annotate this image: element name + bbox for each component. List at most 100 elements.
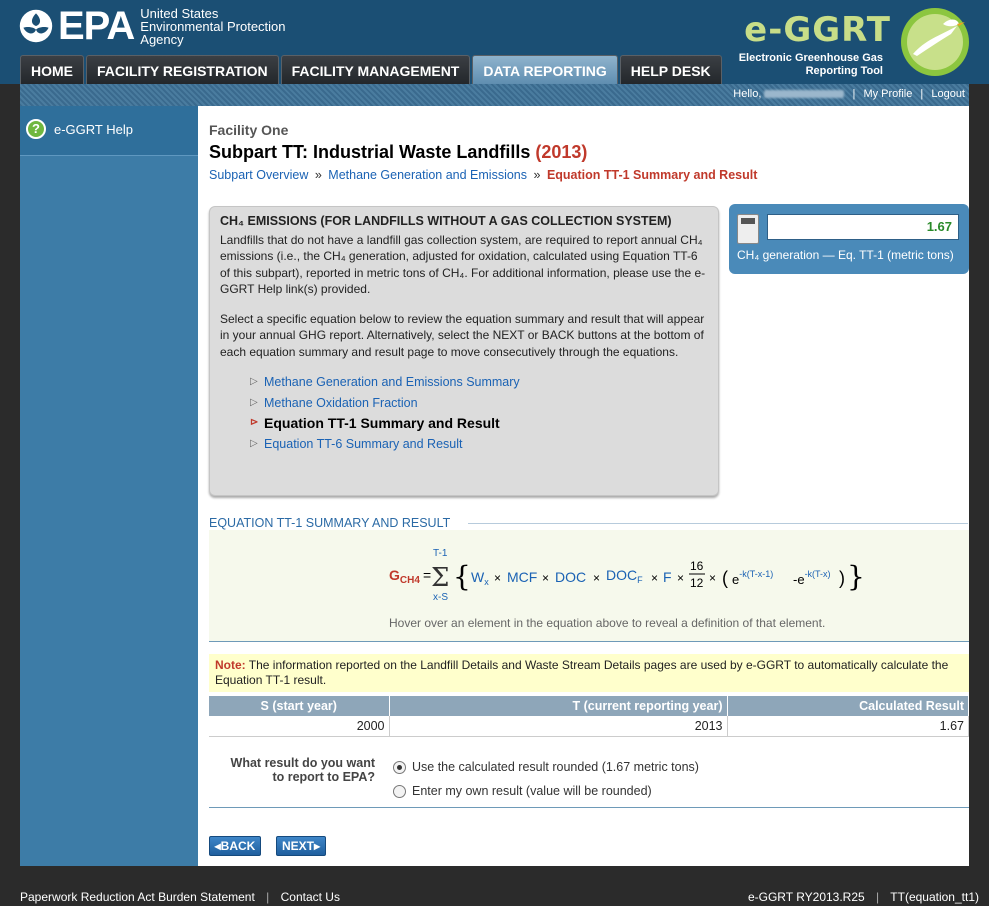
svg-text:=: =	[423, 567, 431, 583]
radio-label: Use the calculated result rounded (1.67 …	[412, 760, 699, 774]
cell-result: 1.67	[727, 716, 969, 737]
calculated-value: 1.67	[767, 214, 959, 240]
nav-tab-home[interactable]: HOME	[20, 55, 84, 84]
epa-agency: United States Environmental Protection A…	[140, 5, 286, 47]
epa-flower-icon	[19, 9, 53, 43]
breadcrumb: Subpart Overview » Methane Generation an…	[209, 168, 758, 182]
back-button[interactable]: ◂BACK	[209, 836, 261, 856]
question-icon: ?	[26, 119, 46, 139]
info-paragraph-2: Select a specific equation below to revi…	[220, 312, 705, 359]
page-id-text: TT(equation_tt1)	[890, 890, 979, 904]
eq-docf[interactable]: DOCF	[606, 567, 643, 585]
equation-area: GCH4 = T-1 Σ x-S { Wx × MCF × DOC × DOCF…	[209, 530, 969, 642]
result-table: S (start year) T (current reporting year…	[209, 696, 969, 737]
my-profile-link[interactable]: My Profile	[863, 88, 912, 100]
svg-text:(: (	[722, 568, 728, 588]
eq-frac-num: 16	[690, 559, 704, 573]
breadcrumb-current: Equation TT-1 Summary and Result	[546, 168, 758, 182]
page-title: Subpart TT: Industrial Waste Landfills (…	[209, 142, 588, 162]
eq-mcf[interactable]: MCF	[507, 569, 537, 585]
svg-text:×: ×	[651, 571, 658, 585]
eq-frac-den: 12	[690, 576, 704, 590]
eq-f[interactable]: F	[663, 569, 672, 585]
facility-name: Facility One	[209, 122, 289, 138]
note-label: Note:	[215, 658, 246, 672]
header: EPA United States Environmental Protecti…	[0, 0, 989, 84]
epa-logo[interactable]: EPA United States Environmental Protecti…	[18, 6, 286, 46]
report-choice: What result do you want to report to EPA…	[209, 746, 969, 808]
col-header-result: Calculated Result	[727, 696, 969, 716]
contact-link[interactable]: Contact Us	[281, 890, 340, 904]
calculation-result-box: 1.67 CH₄ generation — Eq. TT-1 (metric t…	[729, 204, 969, 274]
eq-sum-top[interactable]: T-1	[433, 548, 448, 559]
sidebar-item-label: e-GGRT Help	[54, 122, 133, 137]
report-question: What result do you want to report to EPA…	[230, 756, 375, 784]
equation-hover-hint: Hover over an element in the equation ab…	[389, 616, 826, 630]
triangle-right-icon: ▷	[250, 437, 258, 449]
nav-tab-data-reporting[interactable]: DATA REPORTING	[472, 55, 618, 84]
radio-enter-own[interactable]: Enter my own result (value will be round…	[393, 784, 652, 798]
breadcrumb-methane-generation[interactable]: Methane Generation and Emissions	[328, 168, 527, 182]
note-text: The information reported on the Landfill…	[215, 658, 949, 687]
equation-tt1: GCH4 = T-1 Σ x-S { Wx × MCF × DOC × DOCF…	[389, 548, 865, 603]
radio-label: Enter my own result (value will be round…	[412, 784, 652, 798]
svg-text:×: ×	[709, 571, 716, 585]
link-equation-tt6[interactable]: ▷ Equation TT-6 Summary and Result	[250, 434, 708, 455]
sidebar: ? e-GGRT Help	[20, 106, 198, 866]
eggrt-logo[interactable]: e-GGRT Electronic Greenhouse Gas Reporti…	[731, 6, 971, 80]
cell-current-year: 2013	[389, 716, 728, 737]
svg-text:Σ: Σ	[431, 563, 449, 593]
version-text: e-GGRT RY2013.R25	[747, 890, 865, 904]
info-panel: CH₄ EMISSIONS (FOR LANDFILLS WITHOUT A G…	[209, 206, 719, 496]
col-header-start-year: S (start year)	[209, 696, 390, 716]
svg-text:×: ×	[677, 571, 684, 585]
triangle-right-icon: ▷	[250, 396, 258, 408]
svg-text:{: {	[453, 560, 471, 593]
footer: Paperwork Reduction Act Burden Statement…	[20, 890, 979, 904]
calculated-value-label: CH₄ generation — Eq. TT-1 (metric tons)	[737, 248, 954, 262]
user-bar: Hello, | My Profile | Logout	[20, 84, 969, 106]
info-title: CH₄ EMISSIONS (FOR LANDFILLS WITHOUT A G…	[220, 214, 672, 228]
svg-text:×: ×	[494, 571, 501, 585]
link-methane-oxidation[interactable]: ▷ Methane Oxidation Fraction	[250, 393, 708, 414]
radio-button[interactable]	[393, 784, 406, 798]
section-divider	[468, 523, 968, 524]
info-paragraph-1: Landfills that do not have a landfill ga…	[220, 233, 706, 296]
eq-gch4[interactable]: GCH4	[389, 567, 420, 586]
paperwork-link[interactable]: Paperwork Reduction Act Burden Statement	[20, 890, 255, 904]
link-equation-tt1: ⊳ Equation TT-1 Summary and Result	[250, 413, 708, 434]
col-header-current-year: T (current reporting year)	[389, 696, 728, 716]
svg-text:×: ×	[593, 571, 600, 585]
svg-text:}: }	[847, 560, 865, 593]
cell-start-year: 2000	[209, 716, 390, 737]
eq-exp-2[interactable]: -e-k(T-x)	[793, 569, 831, 587]
equation-link-list: ▷ Methane Generation and Emissions Summar…	[250, 372, 708, 454]
eq-w[interactable]: Wx	[471, 569, 489, 587]
radio-use-calculated[interactable]: Use the calculated result rounded (1.67 …	[393, 760, 699, 774]
main-content: Facility One Subpart TT: Industrial Wast…	[198, 106, 969, 866]
current-arrow-icon: ⊳	[250, 417, 259, 429]
triangle-right-icon: ▷	[250, 376, 258, 388]
eq-exp-1[interactable]: e-k(T-x-1)	[732, 569, 773, 587]
nav-tab-facility-registration[interactable]: FACILITY REGISTRATION	[86, 55, 279, 84]
breadcrumb-subpart-overview[interactable]: Subpart Overview	[209, 168, 308, 182]
eggrt-title: e-GGRT	[744, 10, 891, 50]
svg-text:×: ×	[542, 571, 549, 585]
next-button[interactable]: NEXT▸	[276, 836, 326, 856]
calculator-icon	[737, 214, 759, 244]
epa-abbrev: EPA	[58, 4, 135, 48]
nav-tab-facility-management[interactable]: FACILITY MANAGEMENT	[280, 55, 471, 84]
eggrt-subtitle: Electronic Greenhouse Gas Reporting Tool	[738, 52, 883, 77]
sidebar-item-help[interactable]: ? e-GGRT Help	[20, 106, 198, 156]
user-name-redacted	[764, 90, 845, 99]
hello-text: Hello,	[733, 88, 762, 100]
radio-button-checked[interactable]	[393, 760, 406, 774]
link-methane-summary[interactable]: ▷ Methane Generation and Emissions Summar…	[250, 372, 708, 393]
eq-doc[interactable]: DOC	[555, 569, 586, 585]
main-nav: HOME FACILITY REGISTRATION FACILITY MANA…	[20, 55, 722, 84]
nav-tab-help-desk[interactable]: HELP DESK	[619, 55, 722, 84]
eq-sum-bottom[interactable]: x-S	[433, 592, 448, 603]
svg-text:): )	[839, 568, 845, 588]
logout-link[interactable]: Logout	[931, 88, 965, 100]
equation-section-title: EQUATION TT-1 SUMMARY AND RESULT	[209, 516, 451, 530]
